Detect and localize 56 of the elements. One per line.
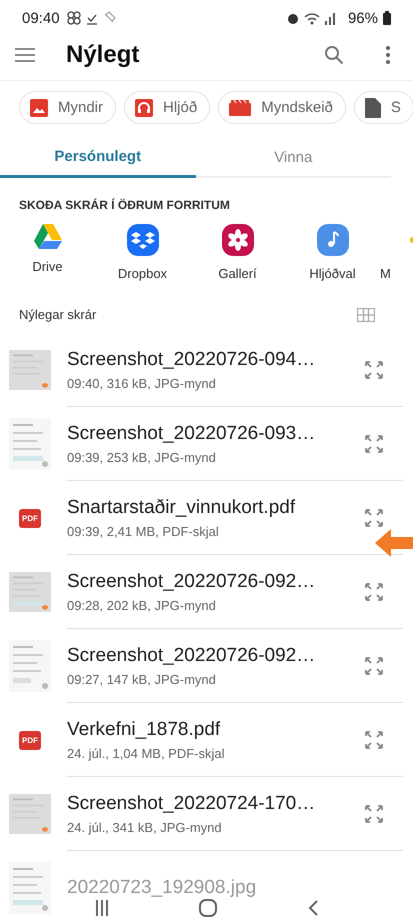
file-name[interactable]: Verkefni_1878.pdf [67, 718, 363, 740]
file-details: 09:40, 316 kB, JPG-mynd [67, 376, 217, 390]
screen-title: Nýlegt [66, 41, 140, 69]
pdf-icon: PDF [19, 508, 41, 528]
file-name[interactable]: Screenshot_20220724-170… [67, 792, 363, 814]
pdf-icon: PDF [19, 730, 41, 750]
app-shortcut[interactable]: M [380, 224, 413, 281]
app-shortcut[interactable]: Gallerí [190, 224, 285, 281]
back-icon[interactable] [308, 900, 318, 916]
file-name[interactable]: Screenshot_20220726-092… [67, 570, 363, 592]
category-chip[interactable]: S [354, 91, 413, 124]
recent-apps-icon[interactable] [95, 900, 110, 916]
battery-percentage: 96% [348, 10, 378, 26]
section-heading: SKOÐA SKRÁR Í ÖÐRUM FORRITUM [18, 197, 231, 212]
file-details: 24. júl., 1,04 MB, PDF-skjal [67, 746, 226, 760]
app-shortcut[interactable]: Dropbox [95, 224, 190, 281]
category-chip[interactable]: Hljóð [124, 91, 210, 124]
tab[interactable]: Persónulegt [0, 138, 196, 178]
file-details: 24. júl., 341 kB, JPG-mynd [67, 820, 223, 834]
file-details: 09:28, 202 kB, JPG-mynd [67, 598, 217, 612]
app-shortcut[interactable]: Hljóðval [285, 224, 380, 281]
expand-icon[interactable] [363, 580, 385, 602]
file-name[interactable]: Screenshot_20220726-093… [67, 422, 363, 444]
file-details: 09:39, 2,41 MB, PDF-skjal [67, 524, 220, 538]
expand-icon[interactable] [363, 728, 385, 750]
app-shortcut[interactable]: Drive [0, 224, 95, 281]
flower-icon [222, 224, 254, 256]
search-icon [324, 45, 344, 65]
tab[interactable]: Vinna [196, 138, 391, 178]
expand-icon[interactable] [363, 802, 385, 824]
battery-icon [383, 11, 391, 25]
file-name[interactable]: Snartarstaðir_vinnukort.pdf [67, 496, 363, 518]
expand-icon[interactable] [363, 432, 385, 454]
document-icon [364, 98, 381, 118]
arrow-drawing [375, 527, 413, 559]
more-options-icon [385, 45, 391, 65]
file-details: 09:39, 253 kB, JPG-mynd [67, 450, 217, 464]
home-icon[interactable] [199, 899, 218, 917]
category-chip[interactable]: Myndir [19, 91, 116, 124]
clapperboard-icon [229, 100, 252, 116]
clock: 09:40 [22, 10, 60, 26]
music-note-icon [316, 224, 348, 256]
menu-icon [15, 48, 35, 62]
file-details: 09:27, 147 kB, JPG-mynd [67, 672, 217, 686]
image-icon [30, 98, 48, 116]
expand-icon[interactable] [363, 654, 385, 676]
dropbox-icon [126, 224, 158, 256]
file-name[interactable]: Screenshot_20220726-092… [67, 644, 363, 666]
drive-icon [34, 224, 62, 249]
headphones-icon [135, 98, 154, 116]
expand-icon[interactable] [363, 358, 385, 380]
category-chip[interactable]: Myndskeið [218, 91, 346, 124]
file-name[interactable]: Screenshot_20220726-094… [67, 348, 363, 370]
grid-view-icon[interactable] [357, 308, 375, 322]
section-heading: Nýlegar skrár [19, 307, 96, 322]
expand-icon[interactable] [363, 506, 385, 528]
